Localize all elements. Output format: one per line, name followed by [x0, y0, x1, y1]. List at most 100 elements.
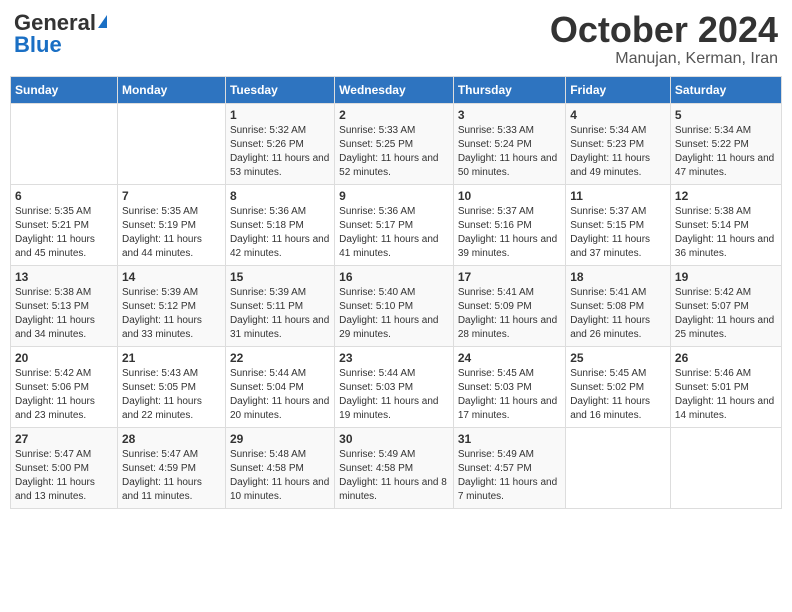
day-cell: 8 Sunrise: 5:36 AMSunset: 5:18 PMDaylight… — [225, 184, 334, 265]
day-cell: 19Sunrise: 5:42 AMSunset: 5:07 PMDayligh… — [670, 265, 781, 346]
day-detail: Sunrise: 5:41 AMSunset: 5:09 PMDaylight:… — [458, 286, 561, 342]
day-cell: 12 Sunrise: 5:38 AMSunset: 5:14 PMDayligh… — [670, 184, 781, 265]
day-detail: Sunrise: 5:34 AMSunset: 5:23 PMDaylight:… — [570, 124, 666, 180]
day-detail: Sunrise: 5:32 AMSunset: 5:26 PMDaylight:… — [230, 124, 330, 180]
day-number: 28 — [122, 432, 221, 446]
day-cell: 16 Sunrise: 5:40 AMSunset: 5:10 PMDayligh… — [335, 265, 454, 346]
day-number: 4 — [570, 108, 666, 122]
day-cell: 2Sunrise: 5:33 AMSunset: 5:25 PMDaylight… — [335, 103, 454, 184]
week-row-2: 6Sunrise: 5:35 AMSunset: 5:21 PMDaylight… — [11, 184, 782, 265]
day-cell: 17 Sunrise: 5:41 AMSunset: 5:09 PMDayligh… — [453, 265, 565, 346]
col-header-saturday: Saturday — [670, 76, 781, 103]
day-cell: 5Sunrise: 5:34 AMSunset: 5:22 PMDaylight… — [670, 103, 781, 184]
day-detail: Sunrise: 5:48 AMSunset: 4:58 PMDaylight:… — [230, 448, 330, 504]
day-detail: Sunrise: 5:39 AMSunset: 5:11 PMDaylight:… — [230, 286, 330, 342]
day-cell: 28 Sunrise: 5:47 AMSunset: 4:59 PMDayligh… — [117, 427, 225, 508]
day-detail: Sunrise: 5:42 AMSunset: 5:06 PMDaylight:… — [15, 367, 113, 423]
day-cell — [117, 103, 225, 184]
day-cell: 9 Sunrise: 5:36 AMSunset: 5:17 PMDaylight… — [335, 184, 454, 265]
day-number: 25 — [570, 351, 666, 365]
col-header-sunday: Sunday — [11, 76, 118, 103]
day-detail: Sunrise: 5:46 AMSunset: 5:01 PMDaylight:… — [675, 367, 777, 423]
day-number: 8 — [230, 189, 330, 203]
col-header-thursday: Thursday — [453, 76, 565, 103]
day-cell: 7 Sunrise: 5:35 AMSunset: 5:19 PMDaylight… — [117, 184, 225, 265]
logo: General Blue — [14, 10, 107, 58]
week-row-1: 1Sunrise: 5:32 AMSunset: 5:26 PMDaylight… — [11, 103, 782, 184]
day-cell: 27Sunrise: 5:47 AMSunset: 5:00 PMDayligh… — [11, 427, 118, 508]
day-number: 17 — [458, 270, 561, 284]
day-number: 31 — [458, 432, 561, 446]
day-detail: Sunrise: 5:35 AMSunset: 5:21 PMDaylight:… — [15, 205, 113, 261]
day-detail: Sunrise: 5:38 AMSunset: 5:14 PMDaylight:… — [675, 205, 777, 261]
day-detail: Sunrise: 5:47 AMSunset: 4:59 PMDaylight:… — [122, 448, 221, 504]
header-row: SundayMondayTuesdayWednesdayThursdayFrid… — [11, 76, 782, 103]
day-cell — [566, 427, 671, 508]
col-header-friday: Friday — [566, 76, 671, 103]
day-number: 7 — [122, 189, 221, 203]
day-cell: 25Sunrise: 5:45 AMSunset: 5:02 PMDayligh… — [566, 346, 671, 427]
day-cell: 30 Sunrise: 5:49 AMSunset: 4:58 PMDayligh… — [335, 427, 454, 508]
day-number: 20 — [15, 351, 113, 365]
day-detail: Sunrise: 5:41 AMSunset: 5:08 PMDaylight:… — [570, 286, 666, 342]
day-cell: 4 Sunrise: 5:34 AMSunset: 5:23 PMDaylight… — [566, 103, 671, 184]
day-cell: 22 Sunrise: 5:44 AMSunset: 5:04 PMDayligh… — [225, 346, 334, 427]
day-cell: 24Sunrise: 5:45 AMSunset: 5:03 PMDayligh… — [453, 346, 565, 427]
day-cell: 31 Sunrise: 5:49 AMSunset: 4:57 PMDayligh… — [453, 427, 565, 508]
day-cell: 15 Sunrise: 5:39 AMSunset: 5:11 PMDayligh… — [225, 265, 334, 346]
day-detail: Sunrise: 5:34 AMSunset: 5:22 PMDaylight:… — [675, 124, 777, 180]
day-detail: Sunrise: 5:44 AMSunset: 5:03 PMDaylight:… — [339, 367, 449, 423]
day-cell: 10Sunrise: 5:37 AMSunset: 5:16 PMDayligh… — [453, 184, 565, 265]
day-number: 30 — [339, 432, 449, 446]
page-header: General Blue October 2024 Manujan, Kerma… — [10, 10, 782, 68]
day-number: 13 — [15, 270, 113, 284]
day-number: 18 — [570, 270, 666, 284]
day-detail: Sunrise: 5:47 AMSunset: 5:00 PMDaylight:… — [15, 448, 113, 504]
day-number: 12 — [675, 189, 777, 203]
day-cell: 23 Sunrise: 5:44 AMSunset: 5:03 PMDayligh… — [335, 346, 454, 427]
day-detail: Sunrise: 5:49 AMSunset: 4:58 PMDaylight:… — [339, 448, 449, 504]
day-number: 22 — [230, 351, 330, 365]
day-cell: 14 Sunrise: 5:39 AMSunset: 5:12 PMDayligh… — [117, 265, 225, 346]
week-row-3: 13 Sunrise: 5:38 AMSunset: 5:13 PMDayligh… — [11, 265, 782, 346]
page-subtitle: Manujan, Kerman, Iran — [550, 50, 778, 68]
day-number: 14 — [122, 270, 221, 284]
day-cell: 11 Sunrise: 5:37 AMSunset: 5:15 PMDayligh… — [566, 184, 671, 265]
day-detail: Sunrise: 5:35 AMSunset: 5:19 PMDaylight:… — [122, 205, 221, 261]
logo-arrow-icon — [98, 15, 107, 28]
day-cell: 6Sunrise: 5:35 AMSunset: 5:21 PMDaylight… — [11, 184, 118, 265]
day-detail: Sunrise: 5:37 AMSunset: 5:15 PMDaylight:… — [570, 205, 666, 261]
page-title: October 2024 — [550, 10, 778, 50]
day-detail: Sunrise: 5:39 AMSunset: 5:12 PMDaylight:… — [122, 286, 221, 342]
day-cell: 21Sunrise: 5:43 AMSunset: 5:05 PMDayligh… — [117, 346, 225, 427]
day-number: 21 — [122, 351, 221, 365]
day-cell: 18 Sunrise: 5:41 AMSunset: 5:08 PMDayligh… — [566, 265, 671, 346]
day-cell: 13 Sunrise: 5:38 AMSunset: 5:13 PMDayligh… — [11, 265, 118, 346]
day-detail: Sunrise: 5:36 AMSunset: 5:17 PMDaylight:… — [339, 205, 449, 261]
day-cell — [670, 427, 781, 508]
day-number: 11 — [570, 189, 666, 203]
day-cell: 1Sunrise: 5:32 AMSunset: 5:26 PMDaylight… — [225, 103, 334, 184]
col-header-tuesday: Tuesday — [225, 76, 334, 103]
day-cell: 3 Sunrise: 5:33 AMSunset: 5:24 PMDaylight… — [453, 103, 565, 184]
day-number: 26 — [675, 351, 777, 365]
day-detail: Sunrise: 5:44 AMSunset: 5:04 PMDaylight:… — [230, 367, 330, 423]
day-cell: 20 Sunrise: 5:42 AMSunset: 5:06 PMDayligh… — [11, 346, 118, 427]
col-header-wednesday: Wednesday — [335, 76, 454, 103]
day-detail: Sunrise: 5:38 AMSunset: 5:13 PMDaylight:… — [15, 286, 113, 342]
week-row-4: 20 Sunrise: 5:42 AMSunset: 5:06 PMDayligh… — [11, 346, 782, 427]
day-number: 16 — [339, 270, 449, 284]
day-detail: Sunrise: 5:40 AMSunset: 5:10 PMDaylight:… — [339, 286, 449, 342]
day-number: 29 — [230, 432, 330, 446]
day-number: 24 — [458, 351, 561, 365]
day-number: 9 — [339, 189, 449, 203]
day-detail: Sunrise: 5:36 AMSunset: 5:18 PMDaylight:… — [230, 205, 330, 261]
day-detail: Sunrise: 5:49 AMSunset: 4:57 PMDaylight:… — [458, 448, 561, 504]
day-number: 15 — [230, 270, 330, 284]
day-detail: Sunrise: 5:33 AMSunset: 5:25 PMDaylight:… — [339, 124, 449, 180]
day-detail: Sunrise: 5:33 AMSunset: 5:24 PMDaylight:… — [458, 124, 561, 180]
day-number: 10 — [458, 189, 561, 203]
col-header-monday: Monday — [117, 76, 225, 103]
day-number: 3 — [458, 108, 561, 122]
day-number: 23 — [339, 351, 449, 365]
